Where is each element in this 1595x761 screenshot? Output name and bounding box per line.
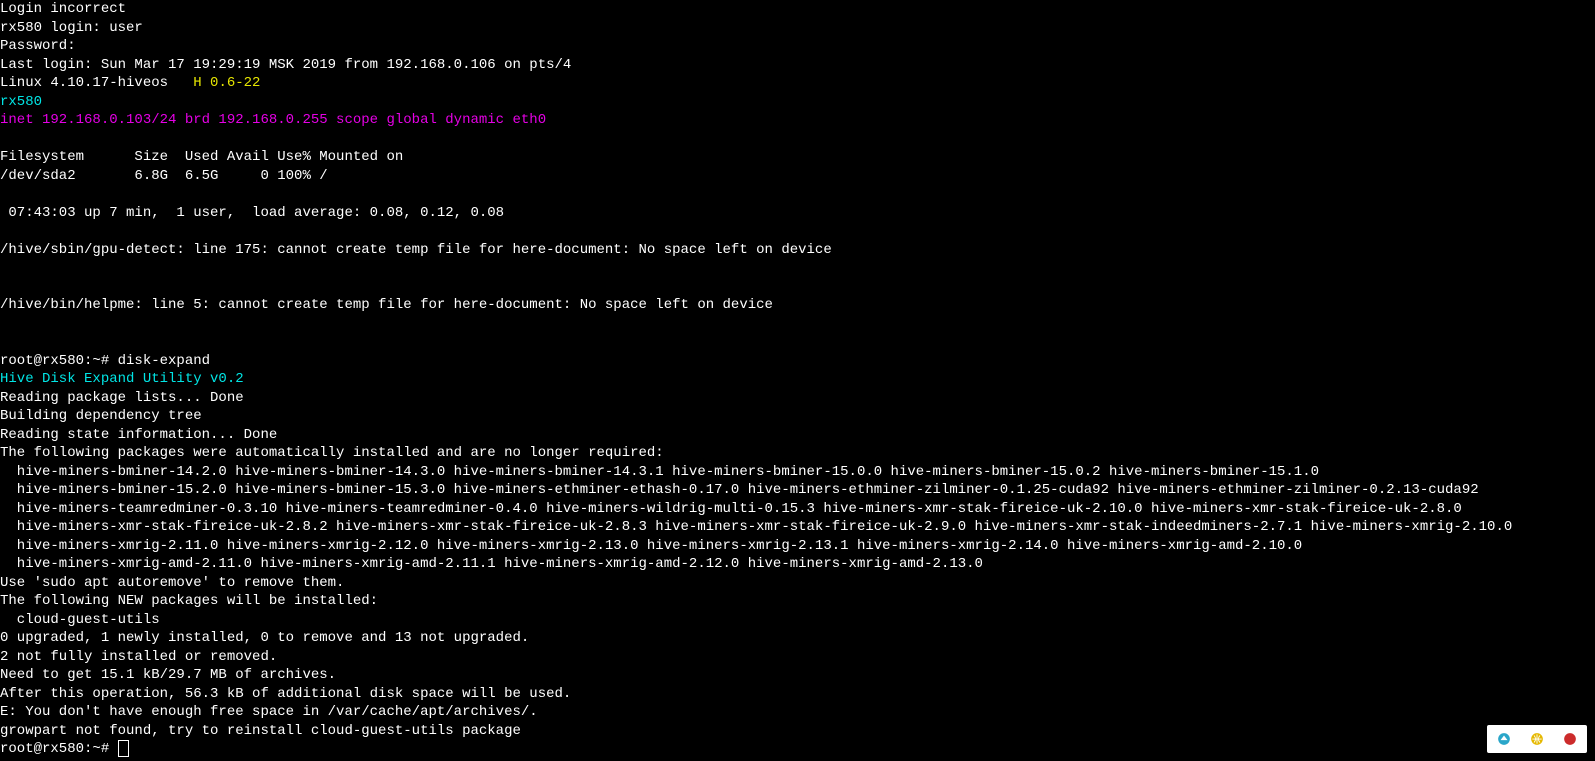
hostname-text: rx580 [0,94,42,110]
tray-red-icon[interactable] [1563,732,1577,746]
cursor-icon [118,740,129,757]
version-text: H 0.6-22 [193,75,260,91]
package-list-line: hive-miners-bminer-14.2.0 hive-miners-bm… [0,464,1319,480]
prompt-line: root@rx580:~# disk-expand [0,353,210,369]
package-list-line: hive-miners-teamredminer-0.3.10 hive-min… [0,501,1462,517]
apt-line: Use 'sudo apt autoremove' to remove them… [0,575,344,591]
error-line: /hive/bin/helpme: line 5: cannot create … [0,297,773,313]
df-row: /dev/sda2 6.8G 6.5G 0 100% / [0,168,328,184]
error-line: /hive/sbin/gpu-detect: line 175: cannot … [0,242,832,258]
package-new-line: cloud-guest-utils [0,612,160,628]
apt-error-line: E: You don't have enough free space in /… [0,704,538,720]
package-list-line: hive-miners-xmrig-amd-2.11.0 hive-miners… [0,556,983,572]
apt-line: The following packages were automaticall… [0,445,664,461]
apt-line: Reading package lists... Done [0,390,244,406]
text-line: Password: [0,38,76,54]
apt-line: The following NEW packages will be insta… [0,593,378,609]
apt-line: Building dependency tree [0,408,202,424]
apt-line: Reading state information... Done [0,427,277,443]
text-line: Login incorrect [0,1,126,17]
apt-summary-line: 2 not fully installed or removed. [0,649,277,665]
apt-summary-line: 0 upgraded, 1 newly installed, 0 to remo… [0,630,529,646]
prompt-line[interactable]: root@rx580:~# [0,741,129,757]
utility-title: Hive Disk Expand Utility v0.2 [0,371,244,387]
text-line: rx580 login: user [0,20,143,36]
terminal-output[interactable]: Login incorrect rx580 login: user Passwo… [0,0,1595,759]
tray-globe-icon[interactable] [1530,732,1544,746]
package-list-line: hive-miners-xmrig-2.11.0 hive-miners-xmr… [0,538,1302,554]
text-line: Last login: Sun Mar 17 19:29:19 MSK 2019… [0,57,571,73]
package-list-line: hive-miners-xmr-stak-fireice-uk-2.8.2 hi… [0,519,1512,535]
system-tray [1487,725,1587,753]
tray-arrow-icon[interactable] [1497,732,1511,746]
text-line: Linux 4.10.17-hiveos H 0.6-22 [0,75,260,91]
inet-line: inet 192.168.0.103/24 brd 192.168.0.255 … [0,112,546,128]
package-list-line: hive-miners-bminer-15.2.0 hive-miners-bm… [0,482,1479,498]
growpart-error-line: growpart not found, try to reinstall clo… [0,723,521,739]
apt-summary-line: After this operation, 56.3 kB of additio… [0,686,571,702]
df-header: Filesystem Size Used Avail Use% Mounted … [0,149,403,165]
apt-summary-line: Need to get 15.1 kB/29.7 MB of archives. [0,667,336,683]
uptime-line: 07:43:03 up 7 min, 1 user, load average:… [0,205,504,221]
